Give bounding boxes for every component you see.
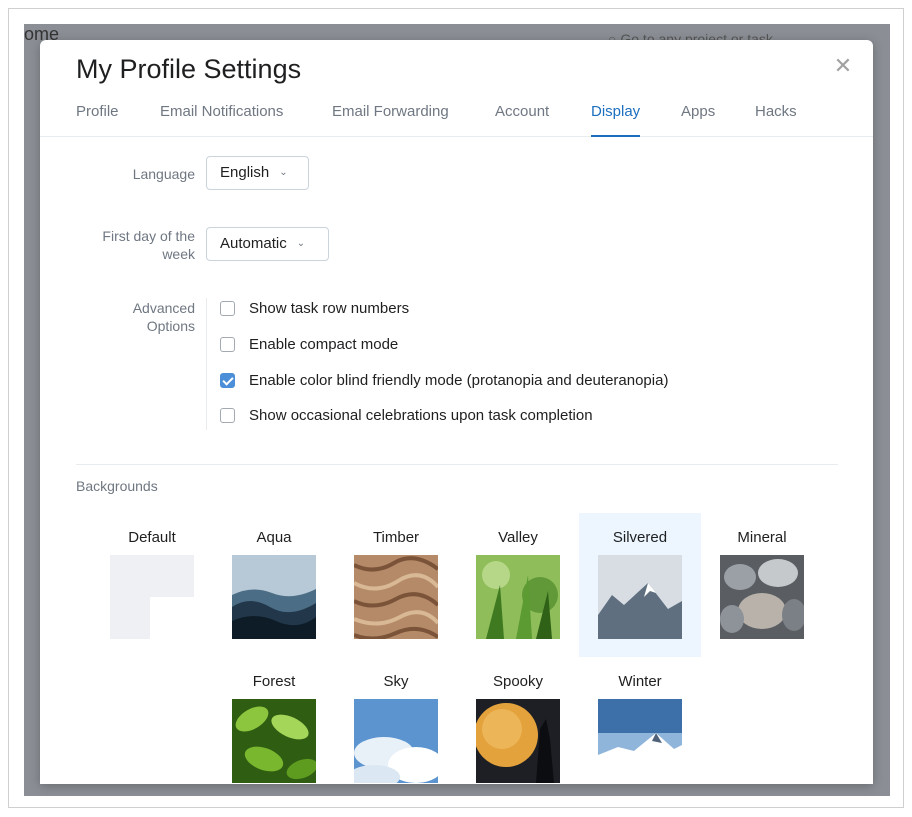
mineral-thumbnail xyxy=(720,555,804,639)
tab-profile[interactable]: Profile xyxy=(76,100,119,136)
spooky-thumbnail xyxy=(476,699,560,783)
tab-email-forwarding[interactable]: Email Forwarding xyxy=(332,100,449,136)
sky-thumbnail xyxy=(354,699,438,783)
dialog-title: My Profile Settings xyxy=(76,54,302,84)
task-row-numbers-checkbox[interactable] xyxy=(220,301,235,316)
language-label: Language xyxy=(132,166,195,182)
language-select[interactable]: English ⌄ xyxy=(206,156,309,190)
chevron-down-icon: ⌄ xyxy=(296,238,306,250)
background-valley[interactable]: Valley xyxy=(457,513,579,657)
silvered-thumbnail xyxy=(598,555,682,639)
tab-display[interactable]: Display xyxy=(591,100,641,137)
valley-thumbnail xyxy=(476,555,560,639)
settings-tabs: Profile Email Notifications Email Forwar… xyxy=(40,100,873,137)
winter-thumbnail xyxy=(598,699,682,783)
close-button[interactable]: ✕ xyxy=(831,54,855,78)
language-value: English xyxy=(220,164,270,181)
first-day-value: Automatic xyxy=(220,235,287,252)
background-forest[interactable]: Forest xyxy=(213,657,335,784)
forest-thumbnail xyxy=(232,699,316,783)
profile-settings-dialog: My Profile Settings ✕ Profile Email Noti… xyxy=(40,40,873,784)
background-aqua[interactable]: Aqua xyxy=(213,513,335,657)
advanced-options-label: Advanced Options xyxy=(132,300,195,334)
background-winter[interactable]: Winter xyxy=(579,657,701,784)
background-mineral[interactable]: Mineral xyxy=(701,513,823,657)
background-spooky[interactable]: Spooky xyxy=(457,657,579,784)
background-silvered[interactable]: Silvered xyxy=(579,513,701,657)
tab-account[interactable]: Account xyxy=(495,100,549,136)
timber-thumbnail xyxy=(354,555,438,639)
tab-hacks[interactable]: Hacks xyxy=(755,100,797,136)
first-day-select[interactable]: Automatic ⌄ xyxy=(206,227,329,261)
celebrations-checkbox[interactable] xyxy=(220,408,235,423)
options-divider xyxy=(206,298,207,430)
chevron-down-icon: ⌄ xyxy=(279,167,288,179)
close-icon: ✕ xyxy=(833,53,853,78)
background-sky[interactable]: Sky xyxy=(335,657,457,784)
compact-mode-checkbox[interactable] xyxy=(220,337,235,352)
first-day-label: First day of the week xyxy=(102,228,195,262)
section-divider xyxy=(76,464,838,465)
color-blind-mode-checkbox[interactable] xyxy=(220,373,235,388)
backgrounds-title: Backgrounds xyxy=(76,478,158,494)
tab-email-notifications[interactable]: Email Notifications xyxy=(160,100,283,136)
tab-apps[interactable]: Apps xyxy=(681,100,715,136)
aqua-thumbnail xyxy=(232,555,316,639)
background-default[interactable]: Default xyxy=(91,513,213,657)
background-timber[interactable]: Timber xyxy=(335,513,457,657)
default-thumbnail xyxy=(110,555,194,639)
